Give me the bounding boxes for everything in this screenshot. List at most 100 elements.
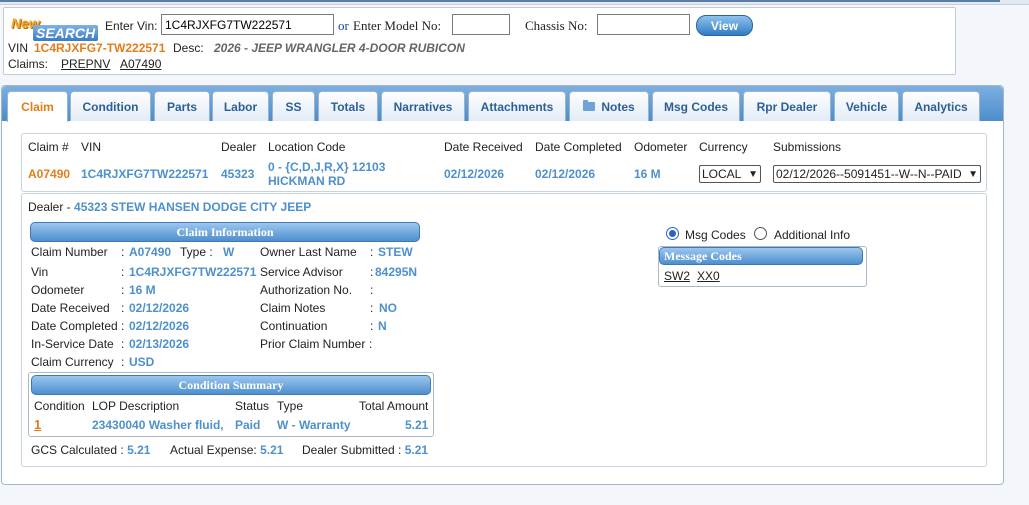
vin-value: 1C4RJXFG7TW222571 <box>81 167 209 181</box>
date-completed-label: Date Completed <box>31 319 118 333</box>
desc-value: 2026 - JEEP WRANGLER 4-DOOR RUBICON <box>214 41 465 55</box>
model-label: Enter Model No: <box>353 18 442 33</box>
claim-number-info-value: A07490 <box>129 245 172 259</box>
location-header: Location Code <box>268 140 346 154</box>
completed-header: Date Completed <box>535 140 622 154</box>
msg-codes-radio[interactable] <box>666 227 679 240</box>
status-value: Paid <box>235 418 261 432</box>
chevron-down-icon: ▼ <box>968 168 978 180</box>
additional-info-radio[interactable] <box>754 227 767 240</box>
claim-notes-value: NO <box>379 301 397 315</box>
vin-input[interactable] <box>161 14 334 35</box>
currency-header: Currency <box>699 140 748 154</box>
lop-value: 23430040 Washer fluid, <box>92 418 224 432</box>
vin-label: Enter Vin: <box>105 19 158 33</box>
search-panel: New SEARCH Enter Vin: or Enter Model No:… <box>3 7 956 75</box>
additional-info-radio-label: Additional Info <box>774 228 851 242</box>
submitted-value: 5.21 <box>404 443 429 457</box>
colon: : <box>370 319 374 333</box>
tab-msg-codes[interactable]: Msg Codes <box>652 91 740 121</box>
or-label: or <box>338 18 349 33</box>
odometer-info-value: 16 M <box>129 283 156 297</box>
colon: : <box>121 301 125 315</box>
date-completed-value: 02/12/2026 <box>129 319 190 333</box>
vin-display: 1C4RJXFG7-TW222571 <box>34 41 166 55</box>
tab-labor[interactable]: Labor <box>212 91 269 121</box>
colon: : <box>370 265 374 279</box>
vin-header: VIN <box>81 140 102 154</box>
tab-attachments[interactable]: Attachments <box>468 91 566 121</box>
dealer-value: 45323 <box>221 167 255 181</box>
model-input[interactable] <box>452 14 510 35</box>
main-panel: Claim Condition Parts Labor SS Totals Na… <box>1 85 1004 485</box>
tab-parts[interactable]: Parts <box>154 91 210 121</box>
received-header: Date Received <box>444 140 523 154</box>
completed-value: 02/12/2026 <box>535 167 596 181</box>
colon: : <box>121 265 125 279</box>
msg-code-sw2[interactable]: SW2 <box>664 269 690 283</box>
date-received-value: 02/12/2026 <box>129 301 190 315</box>
claim-number-label: Claim Number <box>31 245 108 259</box>
location-line2: HICKMAN RD <box>268 174 346 188</box>
dealer-line: Dealer - 45323 STEW HANSEN DODGE CITY JE… <box>28 200 311 214</box>
tab-notes-label: Notes <box>601 99 635 114</box>
odometer-info-label: Odometer <box>31 283 85 297</box>
condition-header: Condition <box>34 399 85 413</box>
tab-claim[interactable]: Claim <box>7 91 68 122</box>
dealer-header: Dealer <box>221 140 257 154</box>
status-header: Status <box>235 399 270 413</box>
bottom-strip <box>0 490 1029 505</box>
chassis-input[interactable] <box>597 14 690 35</box>
claim-currency-label: Claim Currency <box>31 355 114 369</box>
claim-number-value: A07490 <box>28 167 71 181</box>
date-received-label: Date Received <box>31 301 110 315</box>
actual-expense: Actual Expense: 5.21 <box>170 443 283 457</box>
type-header: Type <box>277 399 304 413</box>
tab-notes[interactable]: Notes <box>569 91 649 121</box>
dealer-line-value: 45323 STEW HANSEN DODGE CITY JEEP <box>74 200 312 214</box>
lop-header: LOP Description <box>92 399 180 413</box>
currency-select[interactable]: LOCAL ▼ <box>699 165 761 183</box>
claim-summary-row: Claim # VIN Dealer Location Code Date Re… <box>21 133 987 192</box>
view-button[interactable]: View <box>696 15 753 36</box>
top-strip <box>0 0 1029 5</box>
gcs-calculated: GCS Calculated : 5.21 <box>31 443 150 457</box>
tab-ss[interactable]: SS <box>272 91 315 121</box>
submissions-header: Submissions <box>773 140 842 154</box>
continuation-label: Continuation <box>260 319 328 333</box>
prior-claim-label: Prior Claim Number <box>260 337 366 351</box>
type-value-cell: W - Warranty <box>277 418 351 432</box>
dealer-submitted: Dealer Submitted : 5.21 <box>302 443 428 457</box>
message-codes-title: Message Codes <box>659 247 863 265</box>
chassis-label: Chassis No: <box>525 18 588 33</box>
colon: : <box>121 337 125 351</box>
colon: : <box>121 283 125 297</box>
claim-link-prepnv[interactable]: PREPNV <box>61 57 110 71</box>
vin-info-label: Vin <box>31 265 49 279</box>
vin-info-value: 1C4RJXFG7TW222571 <box>129 265 257 279</box>
colon: : <box>370 283 374 297</box>
vin-caption: VIN <box>8 41 29 55</box>
received-value: 02/12/2026 <box>444 167 505 181</box>
tab-condition[interactable]: Condition <box>70 91 151 121</box>
submissions-select[interactable]: 02/12/2026--5091451--W--N--PAID ▼ <box>773 165 981 183</box>
tab-analytics[interactable]: Analytics <box>902 91 980 121</box>
tab-totals[interactable]: Totals <box>318 91 378 121</box>
total-amount-value: 5.21 <box>405 418 429 432</box>
total-amount-header: Total Amount <box>359 399 429 413</box>
tab-rpr-dealer[interactable]: Rpr Dealer <box>743 91 831 121</box>
msg-code-xx0[interactable]: XX0 <box>697 269 720 283</box>
submission-selected: 02/12/2026--5091451--W--N--PAID <box>776 167 962 181</box>
type-value: W <box>223 245 235 259</box>
colon: : <box>121 355 125 369</box>
colon: : <box>121 319 125 333</box>
tab-narratives[interactable]: Narratives <box>381 91 465 121</box>
service-advisor-value: 84295N <box>375 265 418 279</box>
condition-link[interactable]: 1 <box>34 417 41 432</box>
claim-currency-value: USD <box>129 355 155 369</box>
folder-icon <box>583 100 596 111</box>
tab-vehicle[interactable]: Vehicle <box>834 91 899 121</box>
odometer-header: Odometer <box>634 140 688 154</box>
claim-link-a07490[interactable]: A07490 <box>120 57 161 71</box>
chevron-down-icon: ▼ <box>748 168 758 180</box>
